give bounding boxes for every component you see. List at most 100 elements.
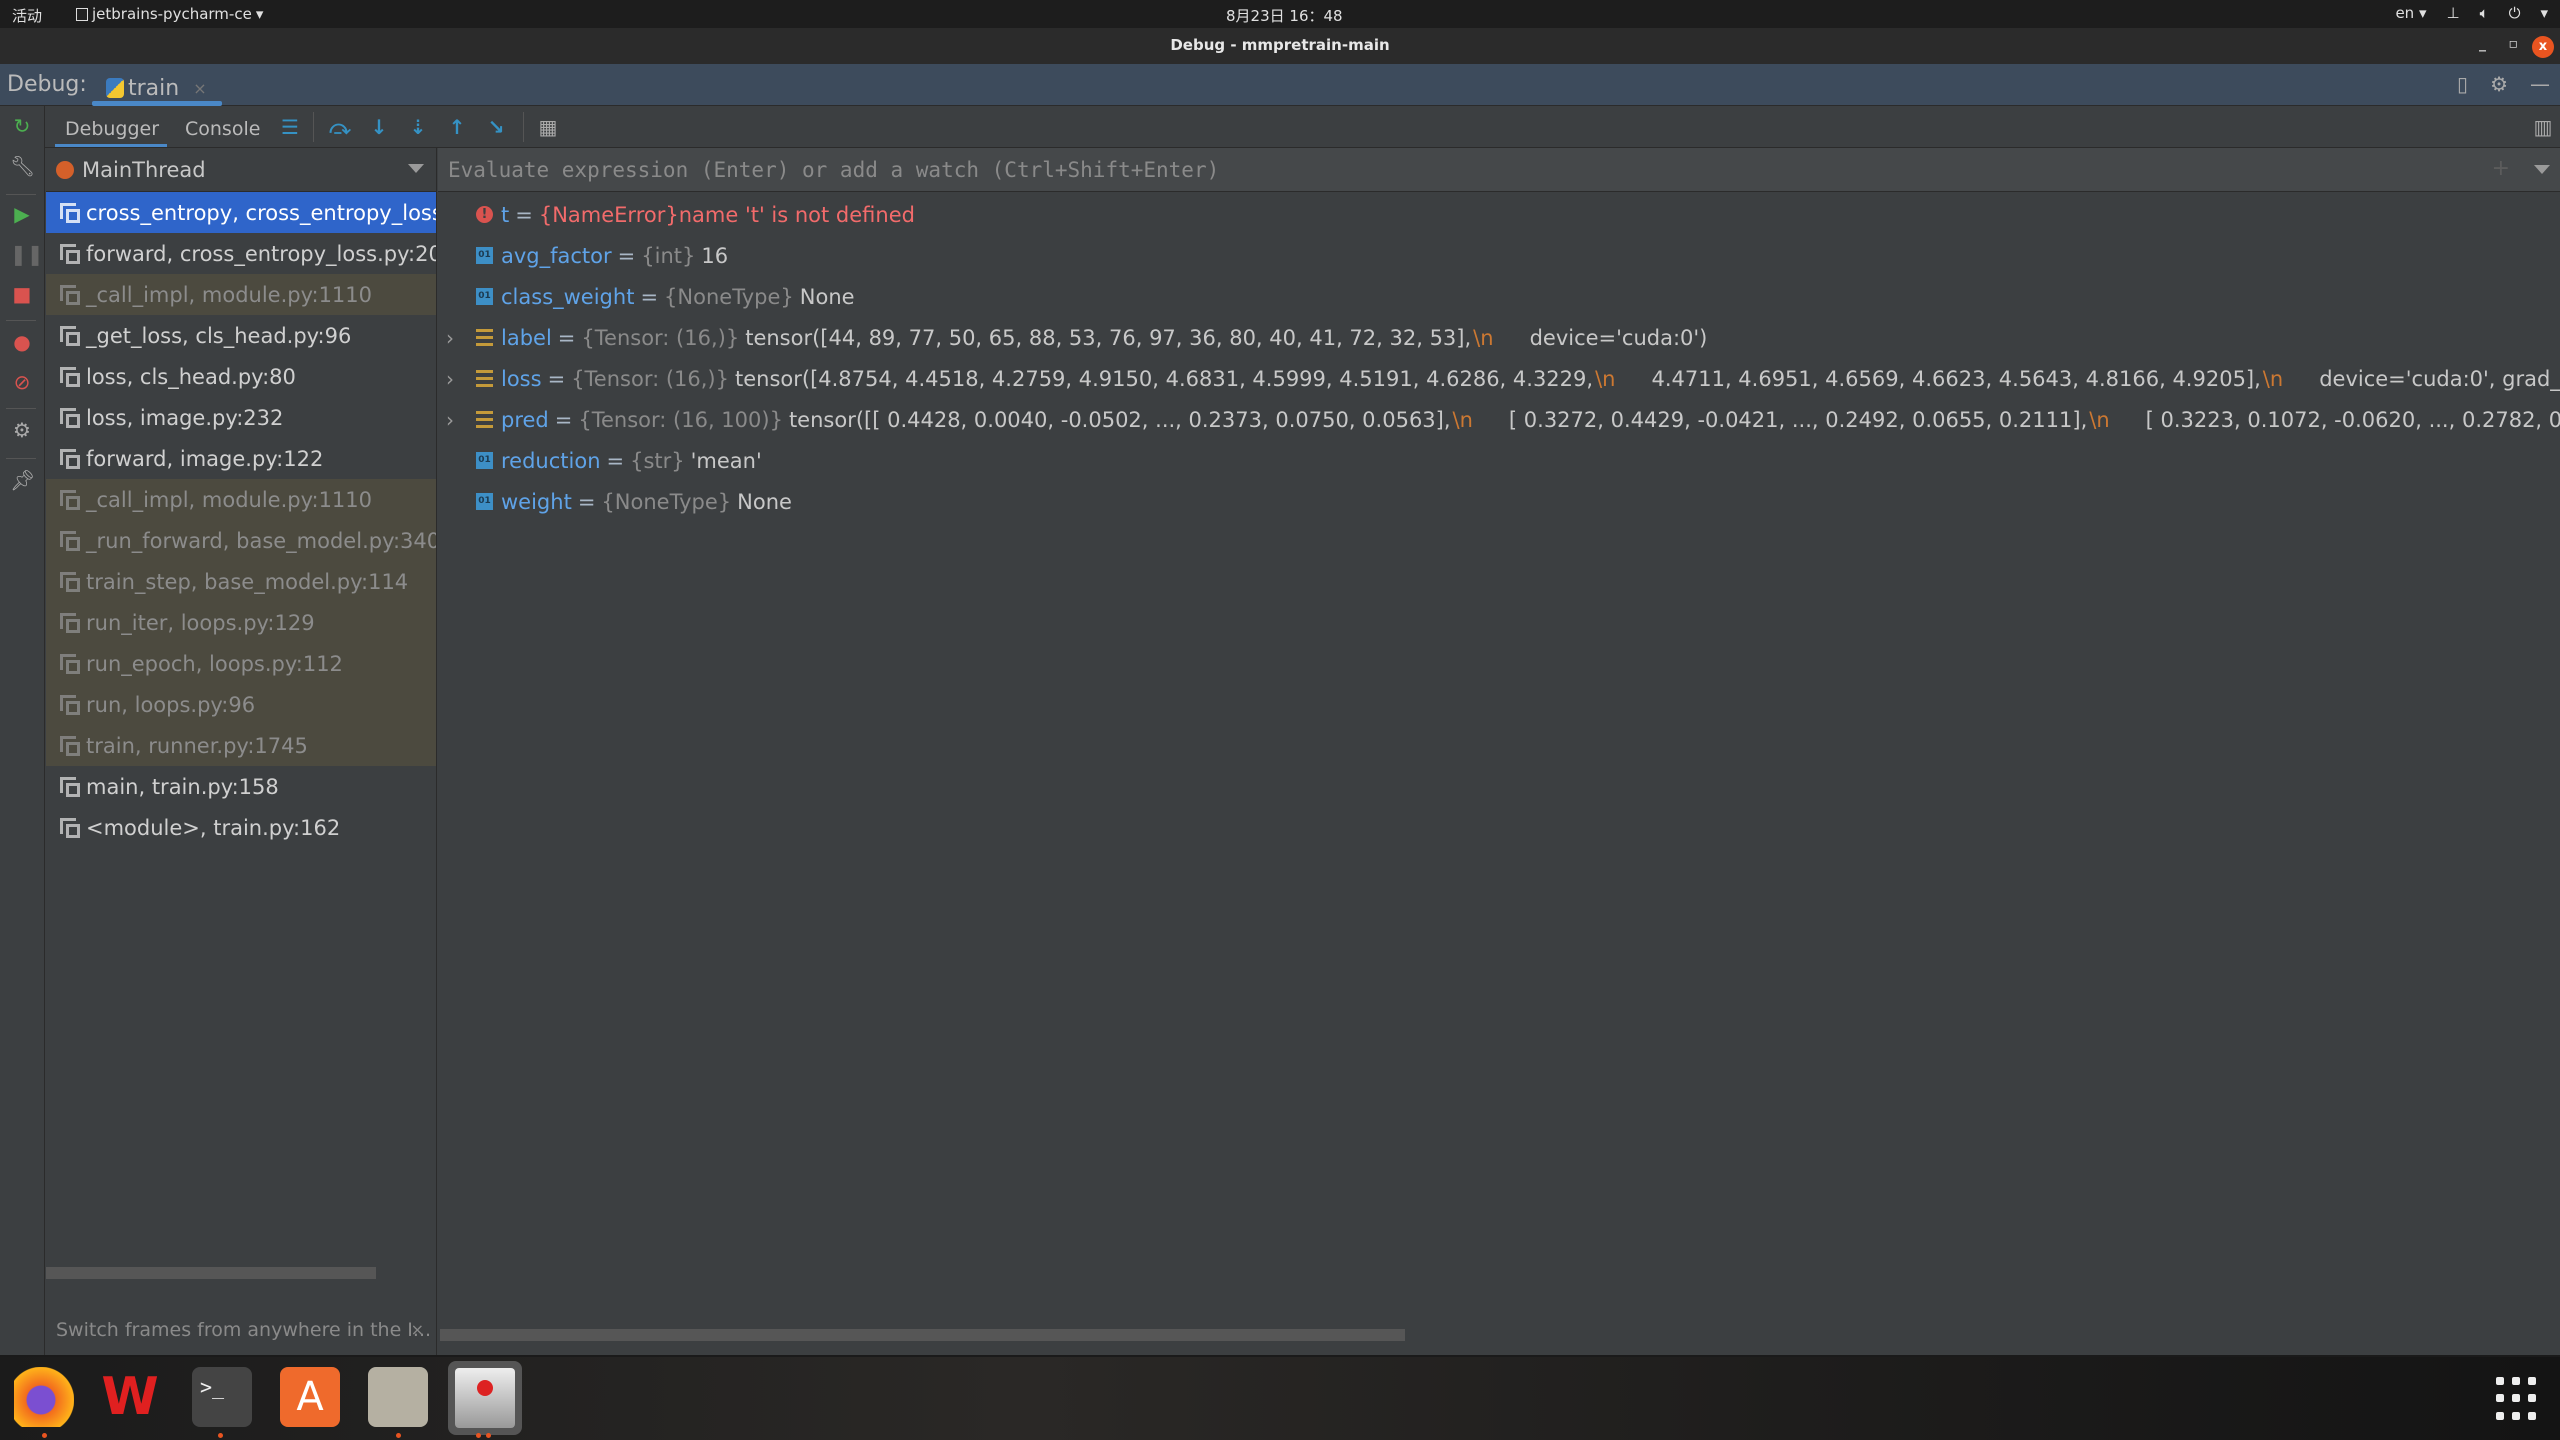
terminal-icon[interactable]: >_ <box>192 1367 252 1427</box>
chevron-down-icon[interactable] <box>2534 165 2550 174</box>
pin-icon[interactable]: 📌︎ <box>10 468 35 492</box>
frame-item[interactable]: forward, cross_entropy_loss.py:208 <box>46 233 436 274</box>
app-menu[interactable]: jetbrains-pycharm-ce ▾ <box>76 5 263 23</box>
step-into-my-code-icon[interactable]: ⇣ <box>405 114 431 140</box>
run-config-tab[interactable]: train × <box>92 70 222 106</box>
system-tray[interactable]: en ▾ ⊥ 🔈︎ ⏻ ▾ <box>2395 4 2548 22</box>
variable-row[interactable]: › pred = {Tensor: (16, 100)} tensor([[ 0.442… <box>438 399 2560 440</box>
stack-frame-icon <box>60 325 80 346</box>
variable-value: None <box>799 284 855 309</box>
frame-item[interactable]: loss, cls_head.py:80 <box>46 356 436 397</box>
running-indicator <box>42 1433 47 1438</box>
chevron-down-icon[interactable]: ▾ <box>2540 4 2548 22</box>
array-icon <box>476 370 493 387</box>
variable-type: {Tensor: (16, 100)} <box>578 407 783 432</box>
add-watch-icon[interactable]: + <box>2492 156 2510 181</box>
newline-token: \n <box>1595 366 1616 391</box>
variable-value-part: device='cuda:0', grad_fn=<NllLossBackwa <box>2319 366 2560 391</box>
settings-icon[interactable]: ⚙ <box>10 418 34 442</box>
firefox-icon[interactable] <box>14 1367 74 1427</box>
layout-icon[interactable]: ▯ <box>2457 72 2468 96</box>
primitive-icon: 01 <box>476 493 493 510</box>
show-applications-icon[interactable] <box>2496 1377 2540 1421</box>
variable-row[interactable]: › label = {Tensor: (16,)} tensor([44, 89, 77… <box>438 317 2560 358</box>
close-tab-icon[interactable]: × <box>193 79 206 98</box>
frame-item[interactable]: run_epoch, loops.py:112 <box>46 643 436 684</box>
language-indicator[interactable]: en ▾ <box>2395 4 2426 22</box>
frame-item[interactable]: _call_impl, module.py:1110 <box>46 274 436 315</box>
rerun-icon[interactable]: ↻ <box>10 114 34 138</box>
stop-icon[interactable]: ■ <box>10 282 34 306</box>
variable-row[interactable]: 01 weight = {NoneType} None <box>438 481 2560 522</box>
newline-token: \n <box>1473 325 1494 350</box>
minimize-button[interactable]: _ <box>2479 36 2486 52</box>
stack-frame-icon <box>60 694 80 715</box>
frame-item[interactable]: _run_forward, base_model.py:340 <box>46 520 436 561</box>
frame-item[interactable]: main, train.py:158 <box>46 766 436 807</box>
tab-console[interactable]: Console <box>185 118 260 140</box>
variable-value: 16 <box>701 243 729 268</box>
run-to-cursor-icon[interactable]: ↘ <box>483 114 509 140</box>
gear-icon[interactable]: ⚙ <box>2490 72 2508 96</box>
frame-item[interactable]: run, loops.py:96 <box>46 684 436 725</box>
pause-icon[interactable]: ❚❚ <box>10 242 44 266</box>
clock[interactable]: 8月23日 16：48 <box>1226 5 1343 26</box>
horizontal-scrollbar[interactable] <box>440 1329 1405 1341</box>
stack-frame-icon <box>60 817 80 838</box>
step-into-icon[interactable]: ↓ <box>366 114 392 140</box>
equals-sign: = <box>606 448 625 473</box>
maximize-button[interactable]: ▫ <box>2509 36 2519 52</box>
variable-row[interactable]: 01 class_weight = {NoneType} None <box>438 276 2560 317</box>
app-name: jetbrains-pycharm-ce <box>92 5 252 23</box>
step-out-icon[interactable]: ↑ <box>444 114 470 140</box>
hide-panel-icon[interactable]: — <box>2530 72 2550 96</box>
tab-debugger[interactable]: Debugger <box>65 118 159 140</box>
evaluate-expression-input[interactable] <box>448 157 2348 182</box>
power-icon[interactable]: ⏻ <box>2509 4 2521 22</box>
variable-row[interactable]: 01 reduction = {str}'mean' <box>438 440 2560 481</box>
stack-frame-icon <box>60 202 80 223</box>
activities-button[interactable]: 活动 <box>12 5 42 26</box>
restore-layout-icon[interactable]: ▥ <box>2530 114 2556 140</box>
close-hint-icon[interactable]: × <box>411 1320 424 1339</box>
stack-frame-icon <box>60 530 80 551</box>
frame-item[interactable]: forward, image.py:122 <box>46 438 436 479</box>
show-execution-point-icon[interactable]: ☰ <box>277 114 303 140</box>
step-over-icon[interactable]: ⤼ <box>327 114 353 140</box>
frame-item[interactable]: <module>, train.py:162 <box>46 807 436 848</box>
frame-item[interactable]: loss, image.py:232 <box>46 397 436 438</box>
volume-icon[interactable]: 🔈︎ <box>2480 4 2489 22</box>
files-icon[interactable] <box>368 1367 428 1427</box>
variable-row[interactable]: › loss = {Tensor: (16,)} tensor([4.8754, 4.4… <box>438 358 2560 399</box>
software-center-icon[interactable]: A <box>280 1367 340 1427</box>
mute-breakpoints-icon[interactable]: ⊘ <box>10 370 34 394</box>
view-breakpoints-icon[interactable]: ● <box>10 330 34 354</box>
pycharm-dock-item[interactable] <box>448 1361 522 1435</box>
expand-chevron-icon[interactable]: › <box>446 408 454 432</box>
expand-chevron-icon[interactable]: › <box>446 367 454 391</box>
close-window-button[interactable]: x <box>2532 36 2554 58</box>
frame-item[interactable]: train, runner.py:1745 <box>46 725 436 766</box>
network-icon[interactable]: ⊥ <box>2447 4 2460 22</box>
variable-value-part: tensor([44, 89, 77, 50, 65, 88, 53, 76, … <box>745 325 1472 350</box>
horizontal-scrollbar[interactable] <box>46 1267 376 1279</box>
frame-item[interactable]: run_iter, loops.py:129 <box>46 602 436 643</box>
stack-frame-icon <box>60 612 80 633</box>
frame-item[interactable]: _get_loss, cls_head.py:96 <box>46 315 436 356</box>
variable-row[interactable]: ! t = {NameError} name 't' is not defined <box>438 194 2560 235</box>
resume-icon[interactable]: ▶ <box>10 202 34 226</box>
thread-selector[interactable]: MainThread <box>46 148 436 192</box>
frame-item[interactable]: _call_impl, module.py:1110 <box>46 479 436 520</box>
wps-office-icon[interactable]: W <box>100 1367 160 1427</box>
variable-value: name 't' is not defined <box>678 202 915 227</box>
variable-value-part: device='cuda:0') <box>1529 325 1708 350</box>
frame-item[interactable]: train_step, base_model.py:114 <box>46 561 436 602</box>
variable-name: t <box>501 202 510 227</box>
divider <box>523 112 524 142</box>
evaluate-expression-icon[interactable]: ▦ <box>535 114 561 140</box>
wrench-icon[interactable]: 🔧︎ <box>10 154 35 178</box>
frame-item[interactable]: cross_entropy, cross_entropy_loss.py <box>46 192 436 233</box>
variable-row[interactable]: 01 avg_factor = {int} 16 <box>438 235 2560 276</box>
expand-chevron-icon[interactable]: › <box>446 326 454 350</box>
frame-label: _get_loss, cls_head.py:96 <box>86 323 352 348</box>
